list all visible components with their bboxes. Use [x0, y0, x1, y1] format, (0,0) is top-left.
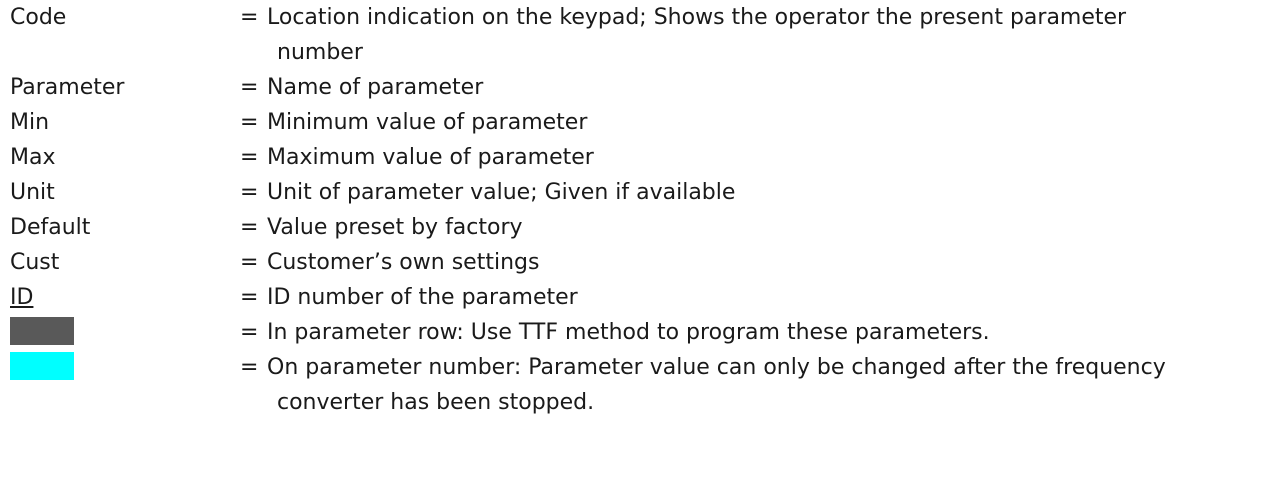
- equals-sign: =: [240, 285, 259, 310]
- legend-definition: Maximum value of parameter: [267, 145, 594, 170]
- equals-sign: =: [240, 75, 259, 100]
- legend-definition: In parameter row: Use TTF method to prog…: [267, 320, 990, 345]
- legend-row-max: Max = Maximum value of parameter: [10, 140, 1280, 175]
- equals-sign: =: [240, 355, 259, 380]
- legend-definition: ID number of the parameter: [267, 285, 578, 310]
- legend-term: Code: [10, 5, 67, 30]
- legend-row-cust: Cust = Customer’s own settings: [10, 245, 1280, 280]
- legend-row-id: ID = ID number of the parameter: [10, 280, 1280, 315]
- equals-sign: =: [240, 320, 259, 345]
- legend-definition: On parameter number: Parameter value can…: [267, 350, 1267, 420]
- cyan-color-swatch: [10, 352, 74, 380]
- equals-sign: =: [240, 250, 259, 275]
- legend-definition: Value preset by factory: [267, 215, 523, 240]
- legend-definition: Unit of parameter value; Given if availa…: [267, 180, 736, 205]
- equals-sign: =: [240, 145, 259, 170]
- legend-term: ID: [10, 285, 34, 310]
- legend-term: Unit: [10, 180, 55, 205]
- legend-definition-continuation: number: [277, 40, 363, 65]
- legend-definition: Minimum value of parameter: [267, 110, 588, 135]
- legend-row-code: Code = Location indication on the keypad…: [10, 0, 1280, 70]
- legend-definition: Customer’s own settings: [267, 250, 540, 275]
- legend-term: Default: [10, 215, 91, 240]
- parameter-legend: Code = Location indication on the keypad…: [10, 0, 1280, 420]
- equals-sign: =: [240, 110, 259, 135]
- gray-color-swatch: [10, 317, 74, 345]
- legend-row-min: Min = Minimum value of parameter: [10, 105, 1280, 140]
- legend-definition: Name of parameter: [267, 75, 484, 100]
- legend-definition: Location indication on the keypad; Shows…: [267, 0, 1267, 70]
- legend-term: Max: [10, 145, 56, 170]
- legend-row-stopped-swatch: = On parameter number: Parameter value c…: [10, 350, 1280, 420]
- legend-term: Cust: [10, 250, 60, 275]
- legend-definition-text: Location indication on the keypad; Shows…: [267, 5, 1127, 30]
- legend-definition-text: On parameter number: Parameter value can…: [267, 355, 1166, 380]
- legend-row-parameter: Parameter = Name of parameter: [10, 70, 1280, 105]
- legend-row-ttf-swatch: = In parameter row: Use TTF method to pr…: [10, 315, 1280, 350]
- equals-sign: =: [240, 5, 259, 30]
- legend-term: Parameter: [10, 75, 125, 100]
- equals-sign: =: [240, 215, 259, 240]
- legend-row-unit: Unit = Unit of parameter value; Given if…: [10, 175, 1280, 210]
- legend-definition-continuation: converter has been stopped.: [277, 390, 595, 415]
- equals-sign: =: [240, 180, 259, 205]
- legend-row-default: Default = Value preset by factory: [10, 210, 1280, 245]
- legend-term: Min: [10, 110, 50, 135]
